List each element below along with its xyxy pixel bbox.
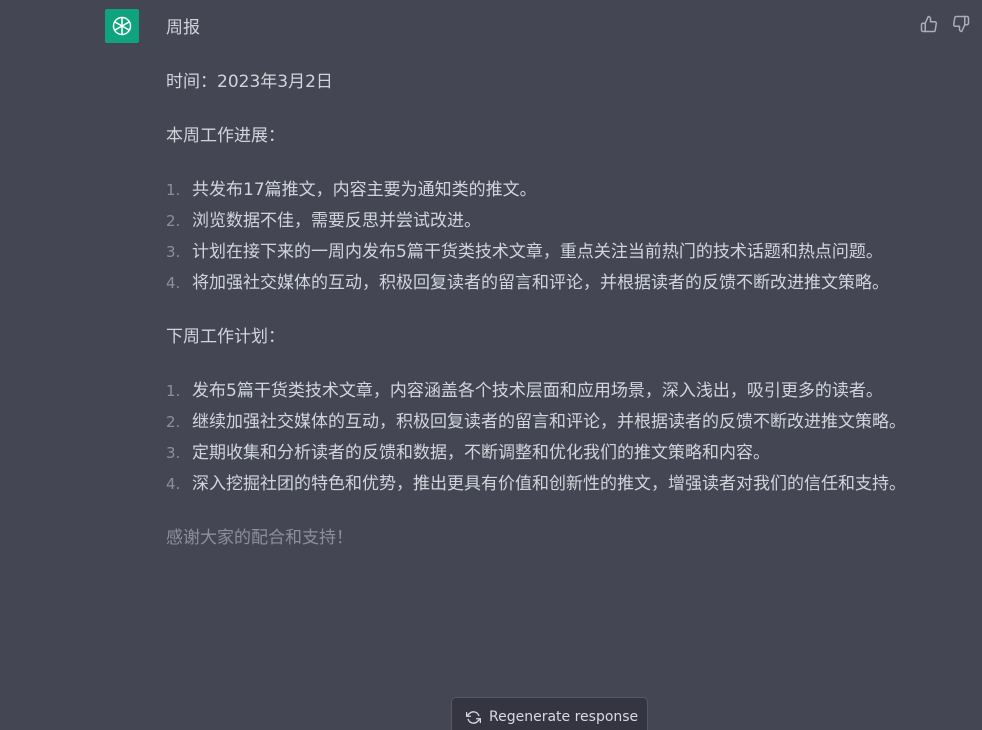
list-number: 4. [166,274,181,292]
assistant-avatar [105,9,139,43]
thumbs-up-icon [920,15,938,33]
openai-logo-icon [112,16,132,36]
regenerate-label: Regenerate response [489,709,639,725]
list-text: 将加强社交媒体的互动，积极回复读者的留言和评论，并根据读者的反馈不断改进推文策略… [192,273,889,293]
list-number: 3. [166,243,181,261]
list-item: 2. 继续加强社交媒体的互动，积极回复读者的留言和评论，并根据读者的反馈不断改进… [166,407,906,438]
list-text: 发布5篇干货类技术文章，内容涵盖各个技术层面和应用场景，深入浅出，吸引更多的读者… [192,381,883,401]
this-week-heading: 本周工作进展： [166,126,285,146]
thumbs-up-button[interactable] [918,13,940,35]
list-item: 3. 定期收集和分析读者的反馈和数据，不断调整和优化我们的推文策略和内容。 [166,438,906,469]
list-text: 定期收集和分析读者的反馈和数据，不断调整和优化我们的推文策略和内容。 [192,443,770,463]
list-number: 2. [166,212,181,230]
list-number: 2. [166,413,181,431]
list-text: 继续加强社交媒体的互动，积极回复读者的留言和评论，并根据读者的反馈不断改进推文策… [192,412,906,432]
thumbs-down-icon [952,15,970,33]
date-line: 时间：2023年3月2日 [166,72,333,92]
list-item: 2. 浏览数据不佳，需要反思并尝试改进。 [166,206,906,237]
list-text: 深入挖掘社团的特色和优势，推出更具有价值和创新性的推文，增强读者对我们的信任和支… [192,474,906,494]
list-item: 1. 共发布17篇推文，内容主要为通知类的推文。 [166,175,906,206]
thumbs-down-button[interactable] [950,13,972,35]
list-item: 4. 深入挖掘社团的特色和优势，推出更具有价值和创新性的推文，增强读者对我们的信… [166,469,906,500]
list-item: 1. 发布5篇干货类技术文章，内容涵盖各个技术层面和应用场景，深入浅出，吸引更多… [166,376,906,407]
list-item: 4. 将加强社交媒体的互动，积极回复读者的留言和评论，并根据读者的反馈不断改进推… [166,268,906,299]
list-number: 3. [166,444,181,462]
list-number: 1. [166,181,181,199]
message-title: 周报 [166,18,200,38]
list-text: 共发布17篇推文，内容主要为通知类的推文。 [192,180,537,200]
next-week-list: 1. 发布5篇干货类技术文章，内容涵盖各个技术层面和应用场景，深入浅出，吸引更多… [166,376,906,500]
list-item: 3. 计划在接下来的一周内发布5篇干货类技术文章，重点关注当前热门的技术话题和热… [166,237,906,268]
message-content: 周报 时间：2023年3月2日 本周工作进展： 1. 共发布17篇推文，内容主要… [166,13,906,554]
list-number: 1. [166,382,181,400]
list-text: 计划在接下来的一周内发布5篇干货类技术文章，重点关注当前热门的技术话题和热点问题… [192,242,883,262]
refresh-icon [466,710,481,724]
assistant-message-row: 周报 时间：2023年3月2日 本周工作进展： 1. 共发布17篇推文，内容主要… [0,0,982,730]
feedback-controls [918,13,972,35]
list-text: 浏览数据不佳，需要反思并尝试改进。 [192,211,481,231]
list-number: 4. [166,475,181,493]
this-week-list: 1. 共发布17篇推文，内容主要为通知类的推文。 2. 浏览数据不佳，需要反思并… [166,175,906,299]
next-week-heading: 下周工作计划： [166,327,285,347]
regenerate-response-button[interactable]: Regenerate response [451,697,648,730]
closing-line: 感谢大家的配合和支持！ [166,528,353,548]
